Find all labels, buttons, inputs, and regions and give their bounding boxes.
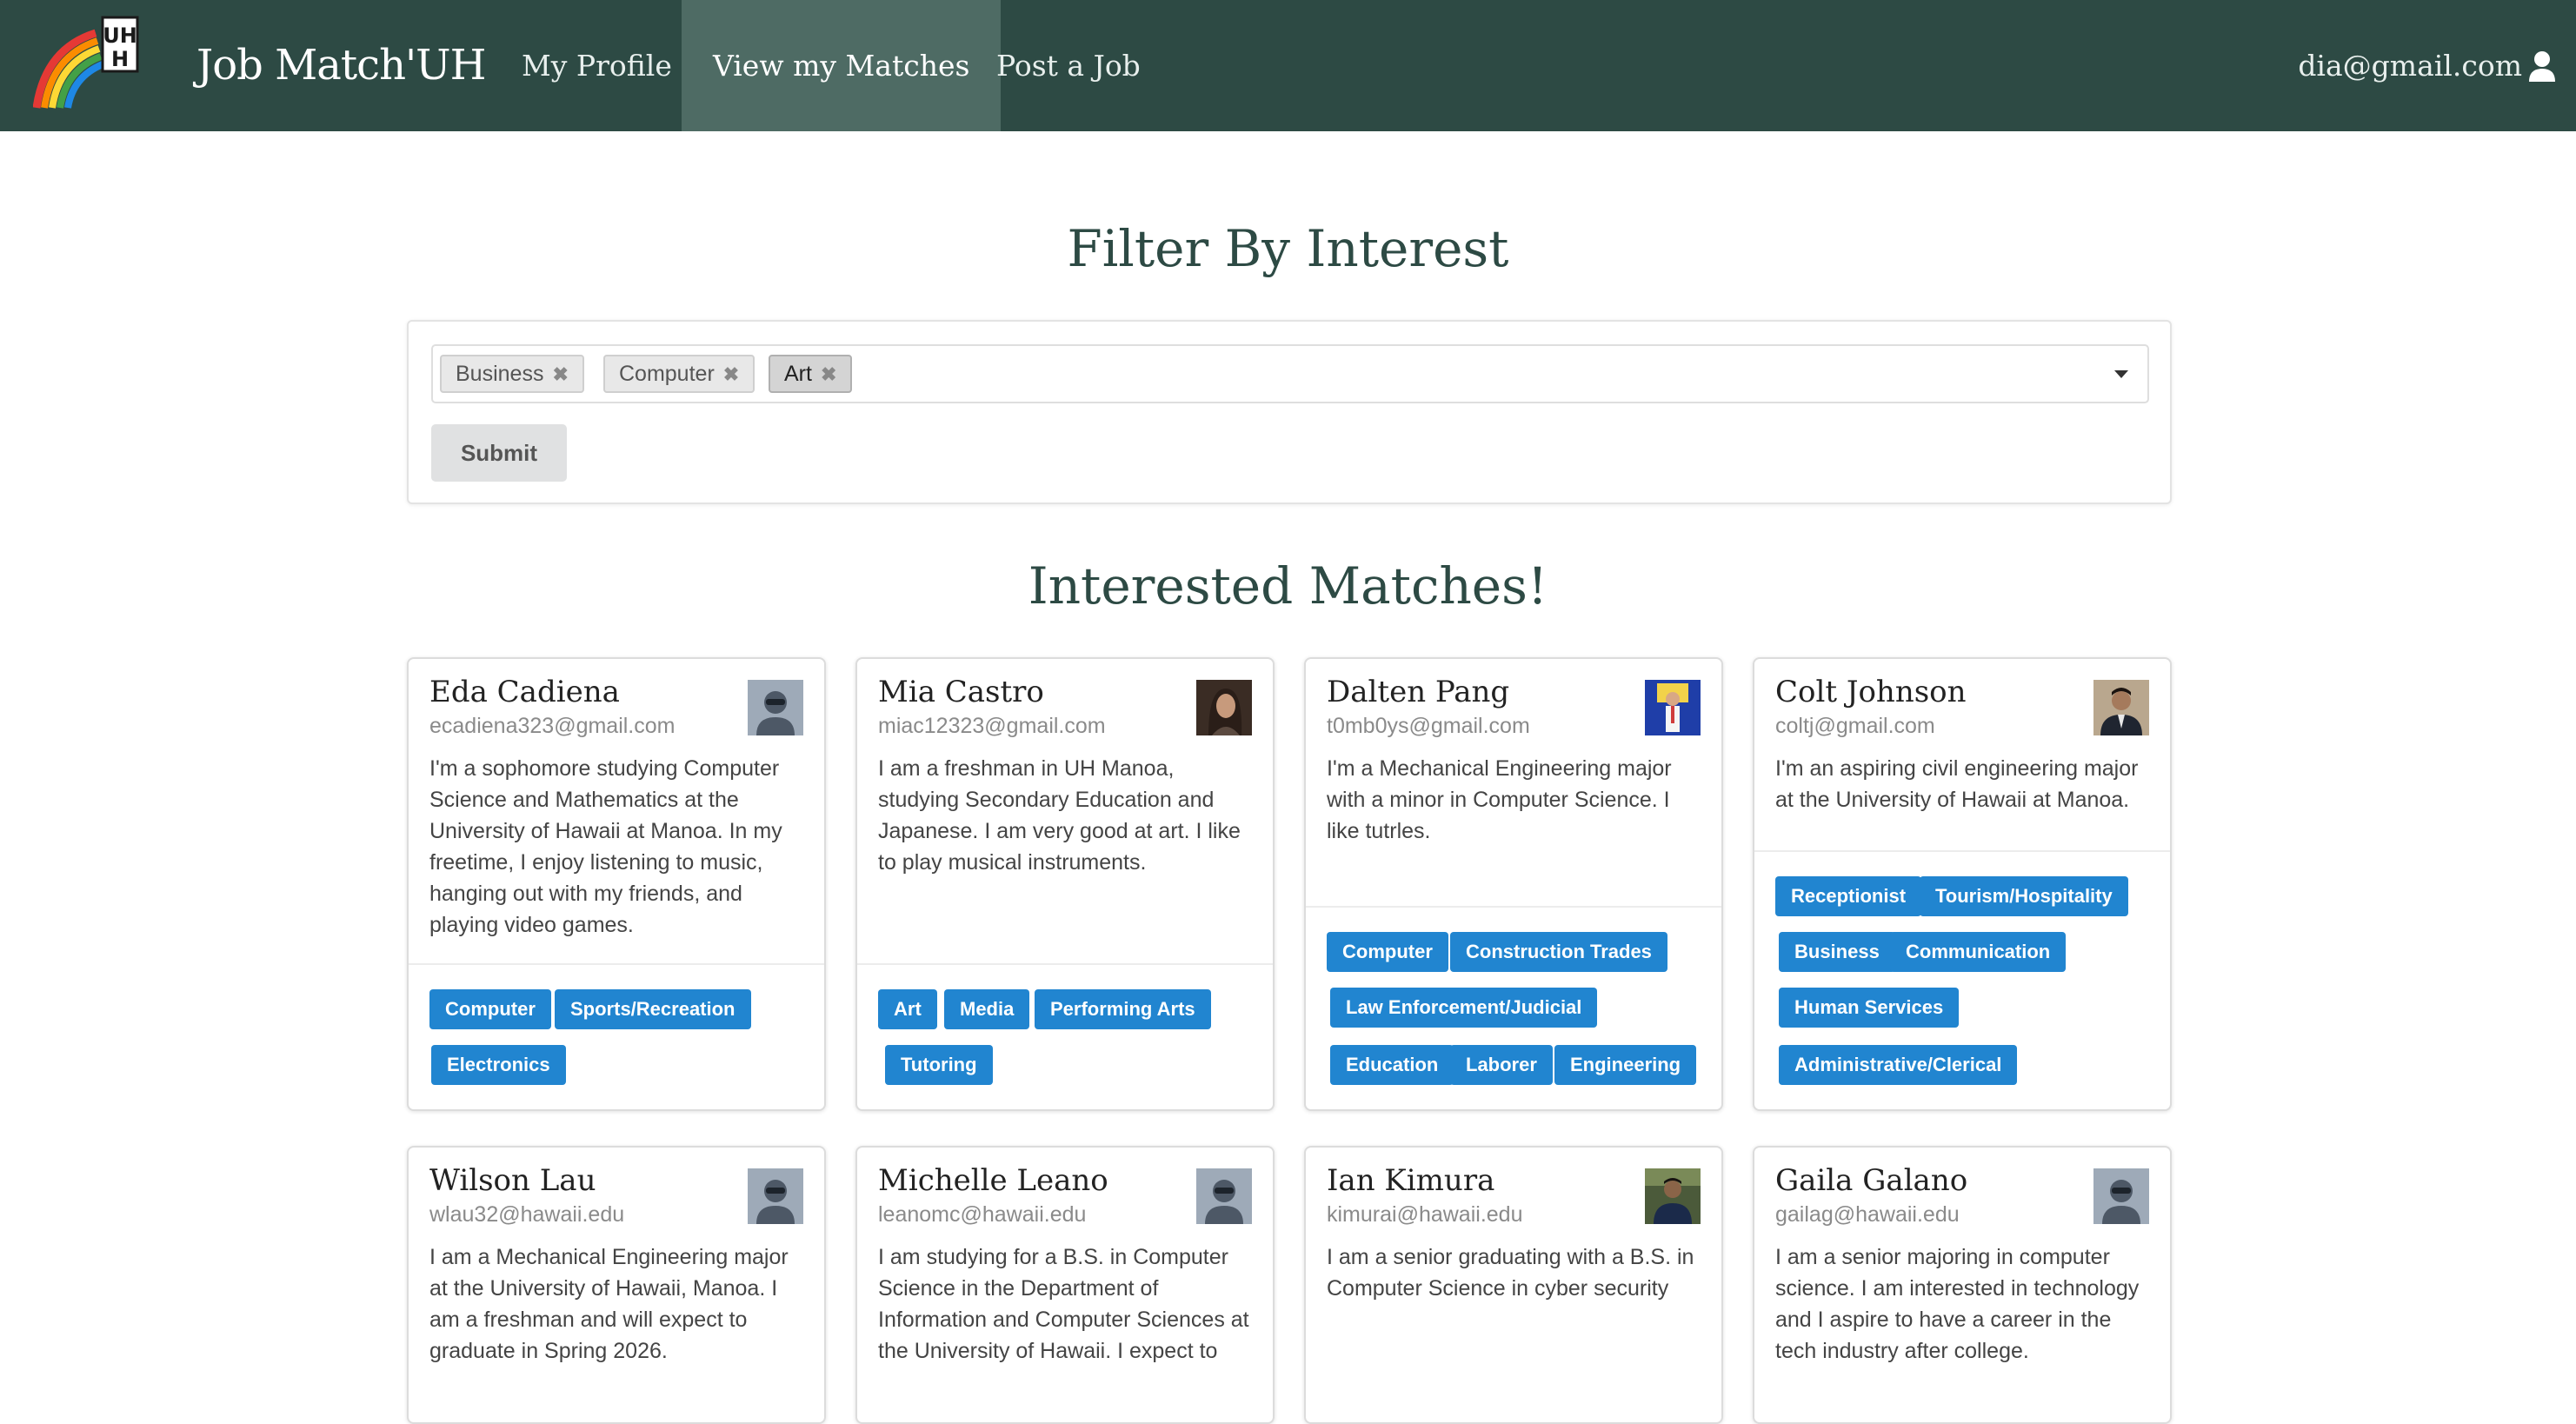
- card-email: ecadiena323@gmail.com: [429, 714, 676, 738]
- match-card[interactable]: Mia Castro miac12323@gmail.com I am a fr…: [855, 657, 1275, 1111]
- card-description: I am a senior majoring in computer scien…: [1775, 1245, 2140, 1363]
- match-card[interactable]: Eda Cadiena ecadiena323@gmail.com I'm a …: [407, 657, 826, 1111]
- match-card[interactable]: Colt Johnson coltj@gmail.com I'm an aspi…: [1753, 657, 2172, 1111]
- card-description: I am a freshman in UH Manoa, studying Se…: [878, 756, 1241, 875]
- chip-label: Computer: [619, 362, 715, 386]
- chip-computer[interactable]: Computer ✖: [603, 355, 755, 393]
- user-photo: [1645, 1168, 1701, 1224]
- card-name: Gaila Galano: [1775, 1163, 1968, 1198]
- user-email: dia@gmail.com: [2298, 49, 2522, 83]
- card-divider: [1754, 850, 2170, 852]
- user-menu[interactable]: dia@gmail.com: [2298, 0, 2557, 131]
- user-photo: [1196, 680, 1252, 735]
- card-description: I'm a Mechanical Engineering major with …: [1327, 756, 1672, 843]
- default-avatar-icon: [748, 1168, 803, 1224]
- filter-form: Business ✖ Computer ✖ Art ✖ Submit: [407, 320, 2172, 504]
- match-card[interactable]: Wilson Lau wlau32@hawaii.edu I am a Mech…: [407, 1146, 826, 1424]
- card-divider: [1306, 906, 1721, 908]
- match-card[interactable]: Gaila Galano gailag@hawaii.edu I am a se…: [1753, 1146, 2172, 1424]
- chip-business[interactable]: Business ✖: [440, 355, 584, 393]
- match-card[interactable]: Ian Kimura kimurai@hawaii.edu I am a sen…: [1304, 1146, 1723, 1424]
- card-email: coltj@gmail.com: [1775, 714, 1935, 738]
- interest-tag[interactable]: Human Services: [1779, 988, 1960, 1028]
- chip-art[interactable]: Art ✖: [769, 355, 853, 393]
- interest-tag[interactable]: Administrative/Clerical: [1779, 1045, 2018, 1085]
- interest-tag[interactable]: Communication: [1890, 932, 2067, 972]
- card-email: miac12323@gmail.com: [878, 714, 1106, 738]
- filter-title: Filter By Interest: [1067, 219, 1509, 278]
- card-name: Wilson Lau: [429, 1163, 596, 1198]
- card-name: Dalten Pang: [1327, 675, 1510, 709]
- card-name: Michelle Leano: [878, 1163, 1108, 1198]
- chip-label: Business: [456, 362, 544, 386]
- interest-tag[interactable]: Sports/Recreation: [555, 989, 751, 1029]
- interest-tag[interactable]: Law Enforcement/Judicial: [1330, 988, 1598, 1028]
- interest-tag[interactable]: Media: [944, 989, 1030, 1029]
- interest-tag[interactable]: Construction Trades: [1450, 932, 1667, 972]
- remove-chip-icon[interactable]: ✖: [821, 363, 836, 385]
- card-description: I'm an aspiring civil engineering major …: [1775, 756, 2139, 812]
- default-avatar-icon: [1196, 1168, 1252, 1224]
- brand-title[interactable]: Job Match'UH: [196, 0, 486, 131]
- remove-chip-icon[interactable]: ✖: [723, 363, 739, 385]
- card-name: Mia Castro: [878, 675, 1044, 709]
- interest-tag[interactable]: Art: [878, 989, 937, 1029]
- card-name: Eda Cadiena: [429, 675, 620, 709]
- interest-tag[interactable]: Performing Arts: [1035, 989, 1211, 1029]
- dropdown-caret-icon[interactable]: [2114, 370, 2128, 378]
- user-icon: [2529, 50, 2555, 82]
- card-email: leanomc@hawaii.edu: [878, 1202, 1087, 1227]
- interest-tag[interactable]: Receptionist: [1775, 876, 1922, 916]
- interest-tag[interactable]: Laborer: [1450, 1045, 1553, 1085]
- card-email: t0mb0ys@gmail.com: [1327, 714, 1530, 738]
- uh-rainbow-logo-icon[interactable]: UH H: [32, 14, 141, 110]
- match-card[interactable]: Dalten Pang t0mb0ys@gmail.com I'm a Mech…: [1304, 657, 1723, 1111]
- interest-tag[interactable]: Tutoring: [885, 1045, 993, 1085]
- card-email: kimurai@hawaii.edu: [1327, 1202, 1523, 1227]
- nav-post-a-job[interactable]: Post a Job: [965, 0, 1172, 131]
- card-email: wlau32@hawaii.edu: [429, 1202, 625, 1227]
- chip-label: Art: [784, 362, 812, 386]
- card-email: gailag@hawaii.edu: [1775, 1202, 1960, 1227]
- top-navbar: UH H Job Match'UH My Profile View my Mat…: [0, 0, 2576, 131]
- card-divider: [409, 963, 824, 965]
- default-avatar-icon: [2093, 1168, 2149, 1224]
- card-divider: [857, 963, 1273, 965]
- card-description: I am a senior graduating with a B.S. in …: [1327, 1245, 1694, 1301]
- interest-tag[interactable]: Tourism/Hospitality: [1920, 876, 2128, 916]
- interest-tag[interactable]: Education: [1330, 1045, 1454, 1085]
- user-photo: [2093, 680, 2149, 735]
- card-name: Colt Johnson: [1775, 675, 1967, 709]
- svg-text:H: H: [111, 47, 129, 71]
- interest-tag[interactable]: Business: [1779, 932, 1895, 972]
- card-description: I am a Mechanical Engineering major at t…: [429, 1245, 789, 1363]
- interest-tag[interactable]: Engineering: [1554, 1045, 1697, 1085]
- card-description: I'm a sophomore studying Computer Scienc…: [429, 756, 782, 937]
- submit-button[interactable]: Submit: [431, 424, 567, 482]
- interest-tag[interactable]: Computer: [1327, 932, 1448, 972]
- nav-my-profile[interactable]: My Profile: [490, 0, 703, 131]
- card-description: I am studying for a B.S. in Computer Sci…: [878, 1245, 1249, 1363]
- svg-text:UH: UH: [103, 23, 137, 48]
- interest-tag[interactable]: Electronics: [431, 1045, 566, 1085]
- default-avatar-icon: [748, 680, 803, 735]
- matches-title: Interested Matches!: [1028, 556, 1548, 616]
- match-card[interactable]: Michelle Leano leanomc@hawaii.edu I am s…: [855, 1146, 1275, 1424]
- interest-multiselect[interactable]: Business ✖ Computer ✖ Art ✖: [431, 344, 2149, 403]
- interest-tag[interactable]: Computer: [429, 989, 551, 1029]
- user-photo: [1645, 680, 1701, 735]
- nav-view-my-matches[interactable]: View my Matches: [682, 0, 1002, 131]
- card-name: Ian Kimura: [1327, 1163, 1495, 1198]
- remove-chip-icon[interactable]: ✖: [552, 363, 568, 385]
